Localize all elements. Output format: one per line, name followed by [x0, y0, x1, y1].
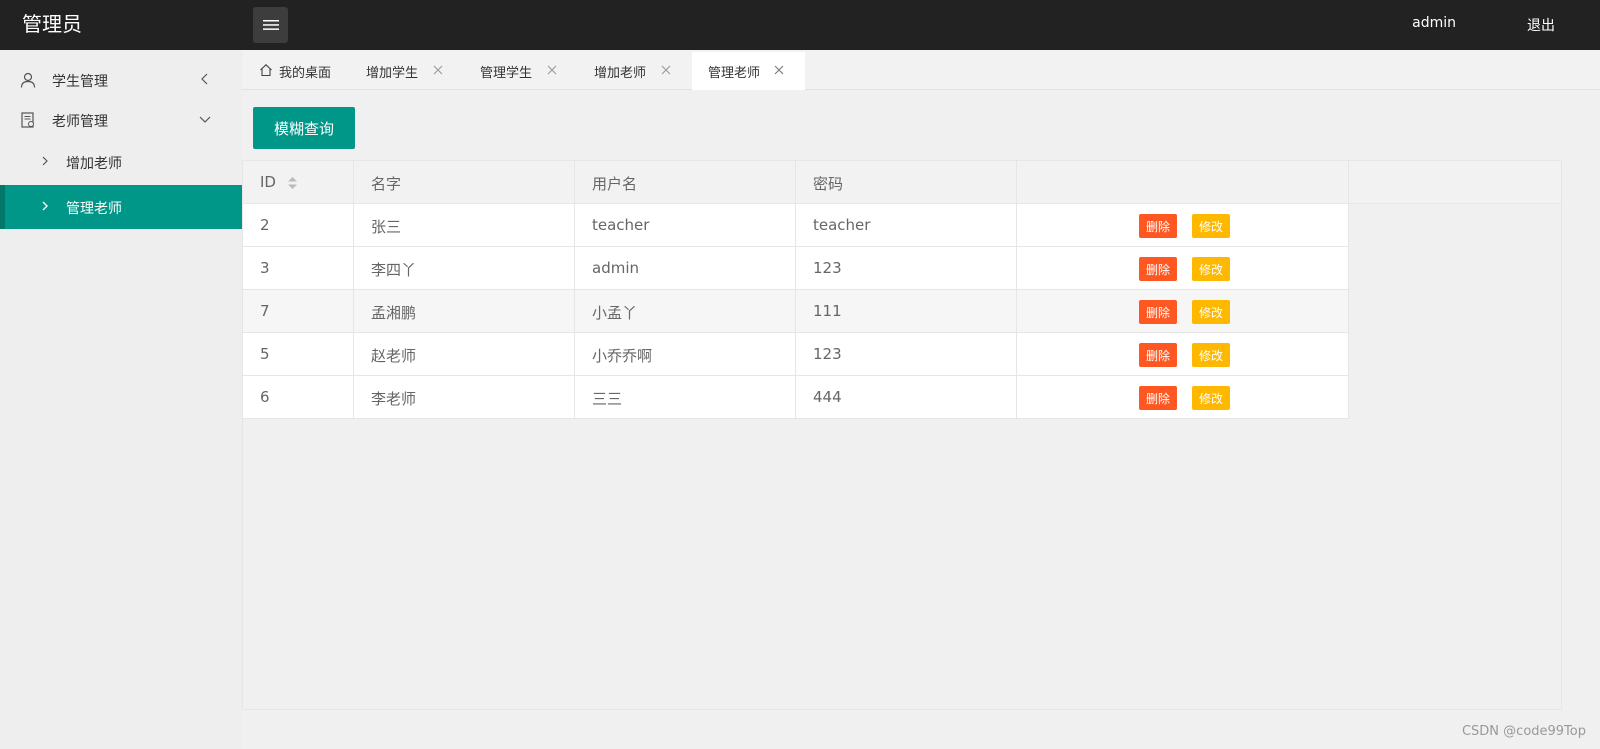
- table-header: ID 名字 用户名 密码: [243, 161, 1561, 204]
- edit-button[interactable]: 修改: [1192, 214, 1230, 238]
- edit-button[interactable]: 修改: [1192, 386, 1230, 410]
- cell-password: 111: [796, 290, 1017, 333]
- delete-button[interactable]: 删除: [1139, 257, 1177, 281]
- cell-username: 三三: [575, 376, 796, 419]
- tab-label: 管理学生: [480, 66, 533, 81]
- table-row[interactable]: 2 张三 teacher teacher 删除 修改: [243, 204, 1349, 247]
- tab-my-desktop[interactable]: 我的桌面: [242, 52, 350, 90]
- table-row[interactable]: 5 赵老师 小乔乔啊 123 删除 修改: [243, 333, 1349, 376]
- chevron-right-icon: [42, 201, 48, 211]
- cell-password: 123: [796, 247, 1017, 290]
- watermark: CSDN @code99Top: [1461, 724, 1586, 739]
- user-menu[interactable]: admin: [1412, 15, 1456, 31]
- table-row[interactable]: 6 李老师 三三 444 删除 修改: [243, 376, 1349, 419]
- chevron-down-icon: [199, 116, 211, 123]
- cell-password: 444: [796, 376, 1017, 419]
- column-header-username: 用户名: [575, 161, 796, 204]
- cell-name: 李老师: [354, 376, 575, 419]
- cell-actions: 删除 修改: [1017, 290, 1349, 333]
- tab-add-student[interactable]: 增加学生: [350, 52, 464, 90]
- delete-button[interactable]: 删除: [1139, 343, 1177, 367]
- app-title: 管理员: [22, 12, 82, 36]
- chevron-right-icon: [42, 156, 48, 166]
- cell-name: 李四丫: [354, 247, 575, 290]
- cell-id: 2: [243, 204, 354, 247]
- top-header: 管理员 admin 退出: [0, 0, 1600, 50]
- close-icon[interactable]: [432, 64, 444, 76]
- column-header-id[interactable]: ID: [243, 161, 354, 204]
- cell-id: 6: [243, 376, 354, 419]
- sidebar-item-label: 管理老师: [66, 201, 122, 217]
- tab-label: 我的桌面: [279, 66, 332, 81]
- cell-password: 123: [796, 333, 1017, 376]
- tab-bar: 我的桌面 增加学生 管理学生 增加老师 管理老师: [242, 50, 1600, 90]
- delete-button[interactable]: 删除: [1139, 386, 1177, 410]
- edit-button[interactable]: 修改: [1192, 300, 1230, 324]
- menu-toggle-button[interactable]: [253, 7, 288, 43]
- cell-name: 赵老师: [354, 333, 575, 376]
- sidebar-item-student-management[interactable]: 学生管理: [0, 60, 242, 100]
- column-header-password: 密码: [796, 161, 1017, 204]
- cell-id: 7: [243, 290, 354, 333]
- sidebar-item-teacher-management[interactable]: 老师管理: [0, 100, 242, 140]
- cell-name: 张三: [354, 204, 575, 247]
- sort-icon[interactable]: [287, 175, 298, 191]
- cell-id: 5: [243, 333, 354, 376]
- cell-password: teacher: [796, 204, 1017, 247]
- logout-link[interactable]: 退出: [1527, 15, 1555, 35]
- table-row[interactable]: 7 孟湘鹏 小孟丫 111 删除 修改: [243, 290, 1349, 333]
- close-icon[interactable]: [546, 64, 558, 76]
- user-icon: [20, 72, 36, 88]
- chevron-left-icon: [201, 73, 208, 85]
- tab-manage-student[interactable]: 管理学生: [464, 52, 578, 90]
- tab-manage-teacher[interactable]: 管理老师: [692, 52, 805, 90]
- cell-actions: 删除 修改: [1017, 333, 1349, 376]
- cell-username: 小孟丫: [575, 290, 796, 333]
- sidebar-item-add-teacher[interactable]: 增加老师: [0, 140, 242, 184]
- edit-button[interactable]: 修改: [1192, 257, 1230, 281]
- document-icon: [21, 112, 34, 128]
- column-header-actions: [1017, 161, 1349, 204]
- cell-name: 孟湘鹏: [354, 290, 575, 333]
- cell-actions: 删除 修改: [1017, 376, 1349, 419]
- sidebar: 学生管理 老师管理 增加老师 管理老师: [0, 50, 242, 749]
- edit-button[interactable]: 修改: [1192, 343, 1230, 367]
- delete-button[interactable]: 删除: [1139, 300, 1177, 324]
- sidebar-item-manage-teacher[interactable]: 管理老师: [0, 185, 242, 229]
- column-header-name: 名字: [354, 161, 575, 204]
- close-icon[interactable]: [773, 64, 785, 76]
- cell-id: 3: [243, 247, 354, 290]
- cell-actions: 删除 修改: [1017, 204, 1349, 247]
- table-row[interactable]: 3 李四丫 admin 123 删除 修改: [243, 247, 1349, 290]
- home-icon: [260, 64, 272, 77]
- tab-label: 增加老师: [594, 66, 647, 81]
- fuzzy-search-button[interactable]: 模糊查询: [253, 107, 355, 149]
- sidebar-item-label: 老师管理: [52, 114, 108, 130]
- cell-username: admin: [575, 247, 796, 290]
- sidebar-item-label: 增加老师: [66, 156, 122, 172]
- hamburger-icon: [262, 20, 279, 30]
- cell-username: teacher: [575, 204, 796, 247]
- cell-username: 小乔乔啊: [575, 333, 796, 376]
- tab-label: 增加学生: [366, 66, 419, 81]
- close-icon[interactable]: [660, 64, 672, 76]
- delete-button[interactable]: 删除: [1139, 214, 1177, 238]
- tab-add-teacher[interactable]: 增加老师: [578, 52, 692, 90]
- sidebar-item-label: 学生管理: [52, 74, 108, 90]
- teacher-table: ID 名字 用户名 密码 2 张三 teacher teacher 删除 修改 …: [242, 160, 1562, 710]
- cell-actions: 删除 修改: [1017, 247, 1349, 290]
- tab-label: 管理老师: [708, 66, 761, 81]
